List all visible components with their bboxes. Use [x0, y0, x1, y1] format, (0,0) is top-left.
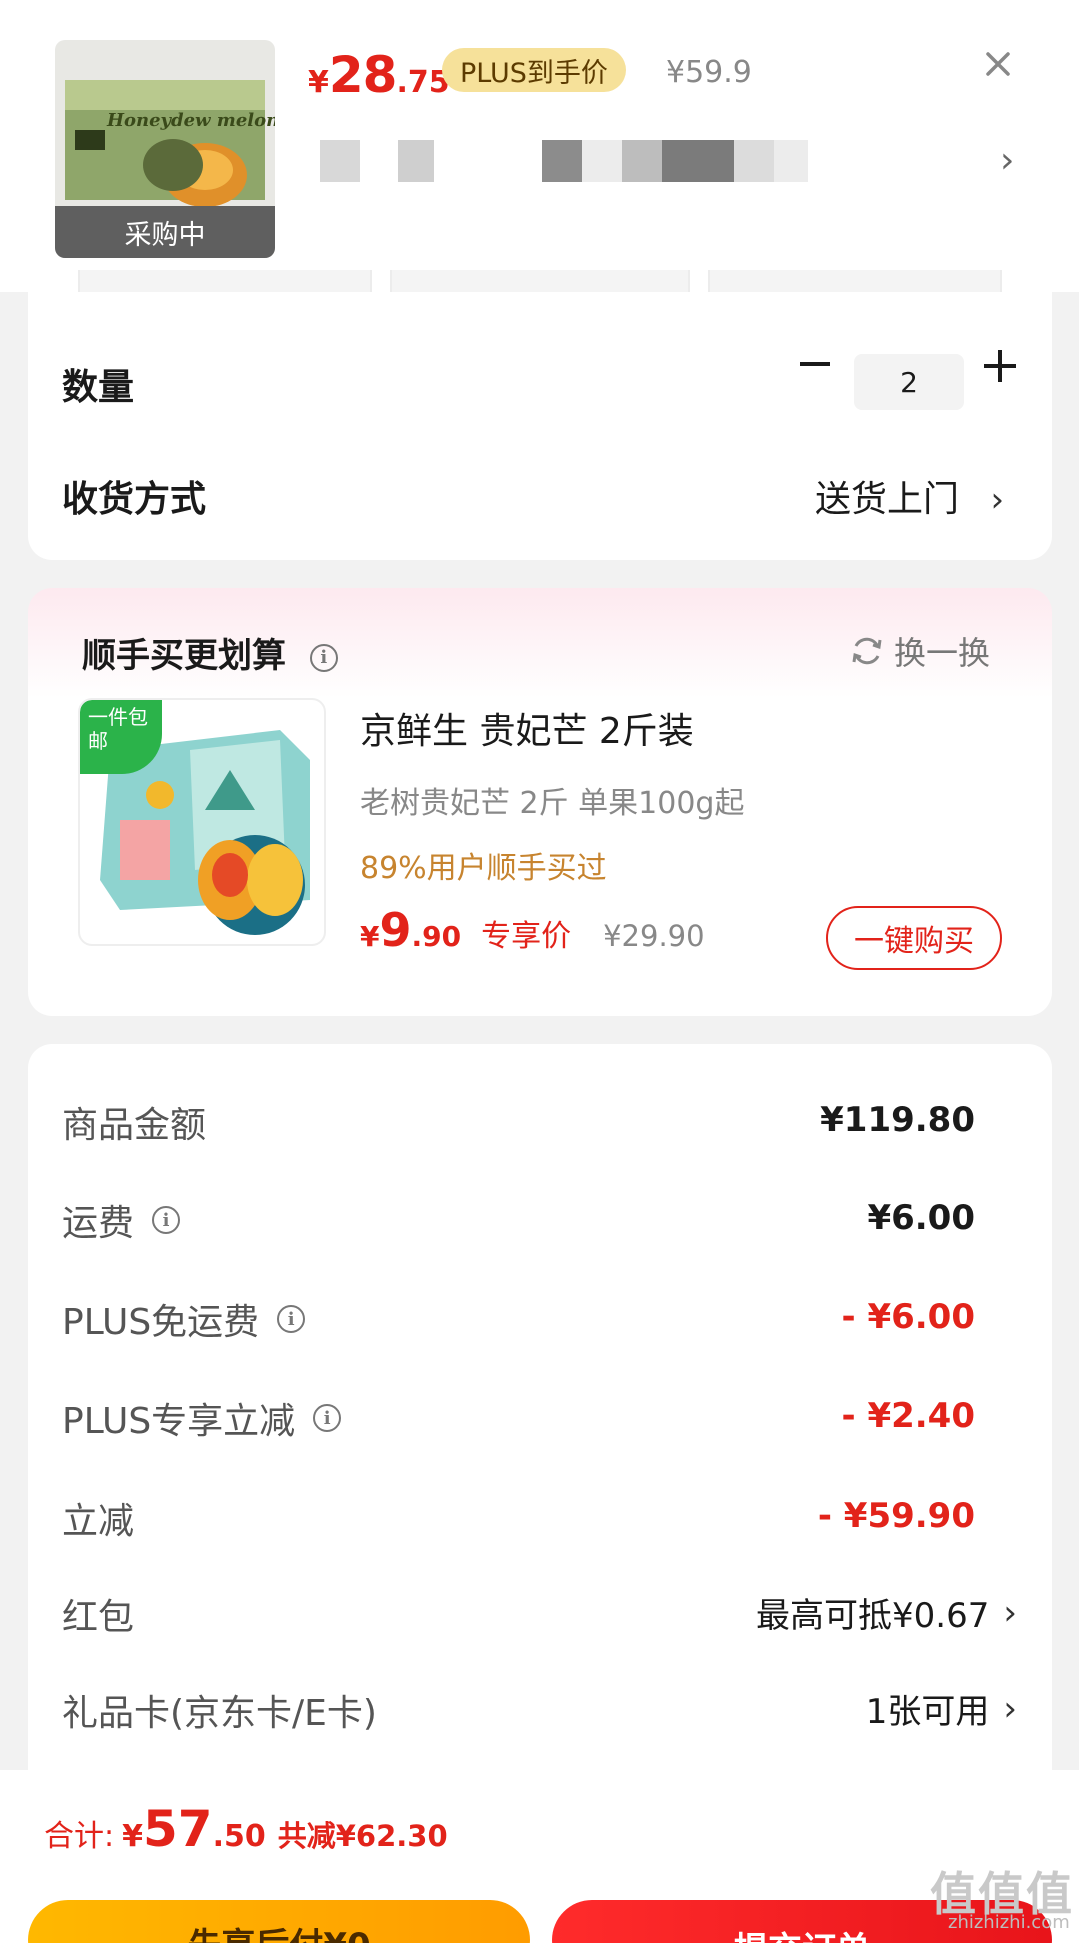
quantity-label: 数量 [62, 367, 135, 408]
original-price: ¥59.9 [666, 55, 752, 90]
red-packet-selector[interactable]: 最高可抵¥0.67 › [756, 1588, 1017, 1637]
chevron-right-icon: › [1003, 1688, 1017, 1729]
product-thumbnail[interactable]: Honeydew melon 采购中 [55, 40, 275, 258]
giftcard-label: 礼品卡(京东卡/E卡) [62, 1693, 377, 1734]
close-icon[interactable] [978, 44, 1018, 84]
chevron-right-icon: › [1003, 1592, 1017, 1633]
one-click-buy-button[interactable]: 一键购买 [826, 906, 1002, 970]
summary-value: - ¥6.00 [841, 1297, 976, 1337]
summary-value: ¥6.00 [867, 1198, 975, 1238]
quantity-minus-button[interactable] [800, 362, 830, 366]
order-total: 合计: ¥ 57 .50 共减¥62.30 [44, 1800, 448, 1858]
plus-price-tag: PLUS到手价 [442, 48, 626, 92]
current-price: ¥ 28 .75 [308, 46, 450, 104]
mango-product-image[interactable]: 一件包邮 [78, 698, 326, 946]
summary-label: 立减 [62, 1501, 135, 1542]
info-icon[interactable]: i [309, 643, 338, 672]
summary-label: 商品金额 [62, 1105, 207, 1146]
total-savings: 共减¥62.30 [277, 1819, 448, 1853]
giftcard-selector[interactable]: 1张可用 › [866, 1684, 1017, 1733]
info-icon[interactable]: i [277, 1305, 306, 1333]
info-icon[interactable]: i [152, 1206, 181, 1234]
refresh-icon [852, 637, 882, 665]
red-packet-label: 红包 [62, 1597, 135, 1638]
product-title[interactable]: 京鲜生 贵妃芒 2斤装 [360, 702, 694, 754]
summary-value: ¥119.80 [820, 1100, 975, 1140]
info-icon[interactable]: i [313, 1404, 342, 1432]
summary-value: - ¥59.90 [817, 1496, 975, 1536]
summary-label: PLUS专享立减 i [62, 1392, 342, 1444]
quantity-plus-button[interactable] [984, 350, 1016, 382]
summary-label: 运费 i [62, 1194, 181, 1246]
pay-later-button[interactable]: 先享后付¥0 [28, 1900, 530, 1943]
buyers-percent: 89%用户顺手买过 [360, 851, 607, 886]
selected-spec-blurred[interactable] [320, 140, 808, 182]
chevron-right-icon: › [990, 480, 1005, 520]
recommend-title: 顺手买更划算 i [82, 628, 338, 677]
watermark-url: zhizhizhi.com [948, 1912, 1070, 1933]
summary-label: PLUS免运费 i [62, 1293, 306, 1345]
spec-chevron-icon[interactable]: › [1000, 140, 1014, 181]
delivery-label: 收货方式 [62, 479, 207, 520]
recommend-price: ¥ 9 .90 专享价 ¥29.90 [360, 903, 705, 957]
delivery-method[interactable]: 送货上门 › [815, 470, 1004, 522]
product-header: Honeydew melon 采购中 ¥ 28 .75 PLUS到手价 ¥59.… [0, 0, 1079, 292]
summary-value: - ¥2.40 [841, 1396, 976, 1436]
product-subtitle: 老树贵妃芒 2斤 单果100g起 [360, 786, 745, 821]
purchasing-badge: 采购中 [55, 206, 275, 258]
svg-text:Honeydew melon: Honeydew melon [106, 110, 275, 131]
swap-button[interactable]: 换一换 [850, 628, 990, 674]
quantity-input[interactable]: 2 [854, 354, 964, 410]
